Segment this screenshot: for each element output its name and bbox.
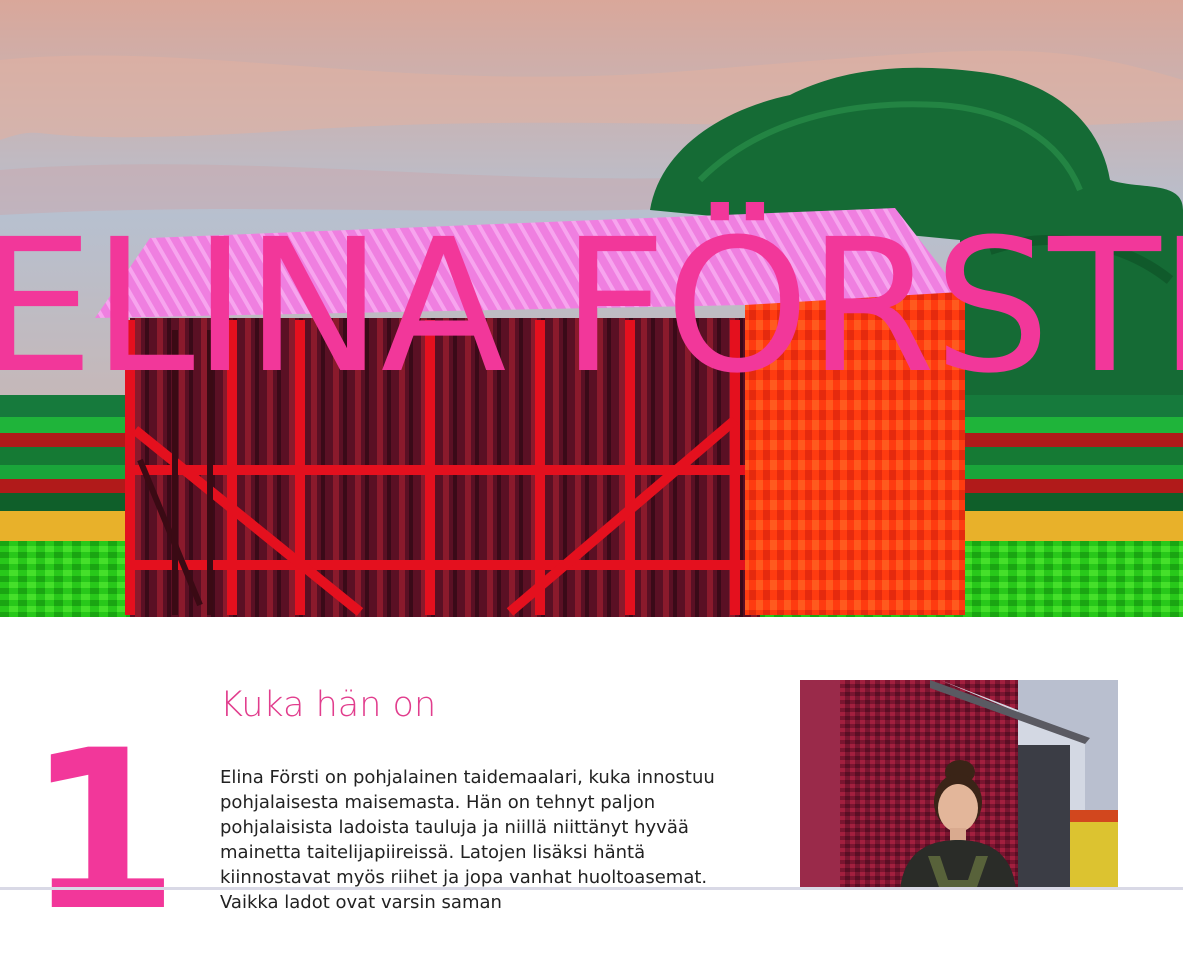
section-number: 1 [26,703,180,959]
artist-name-title: ELINA FÖRSTI [0,200,1183,414]
artist-portrait-image [800,680,1118,890]
hero-banner: ELINA FÖRSTI [0,0,1183,617]
section-heading: Kuka hän on [220,685,437,725]
bio-text: Elina Försti on pohjalainen taidemaalari… [220,767,715,913]
